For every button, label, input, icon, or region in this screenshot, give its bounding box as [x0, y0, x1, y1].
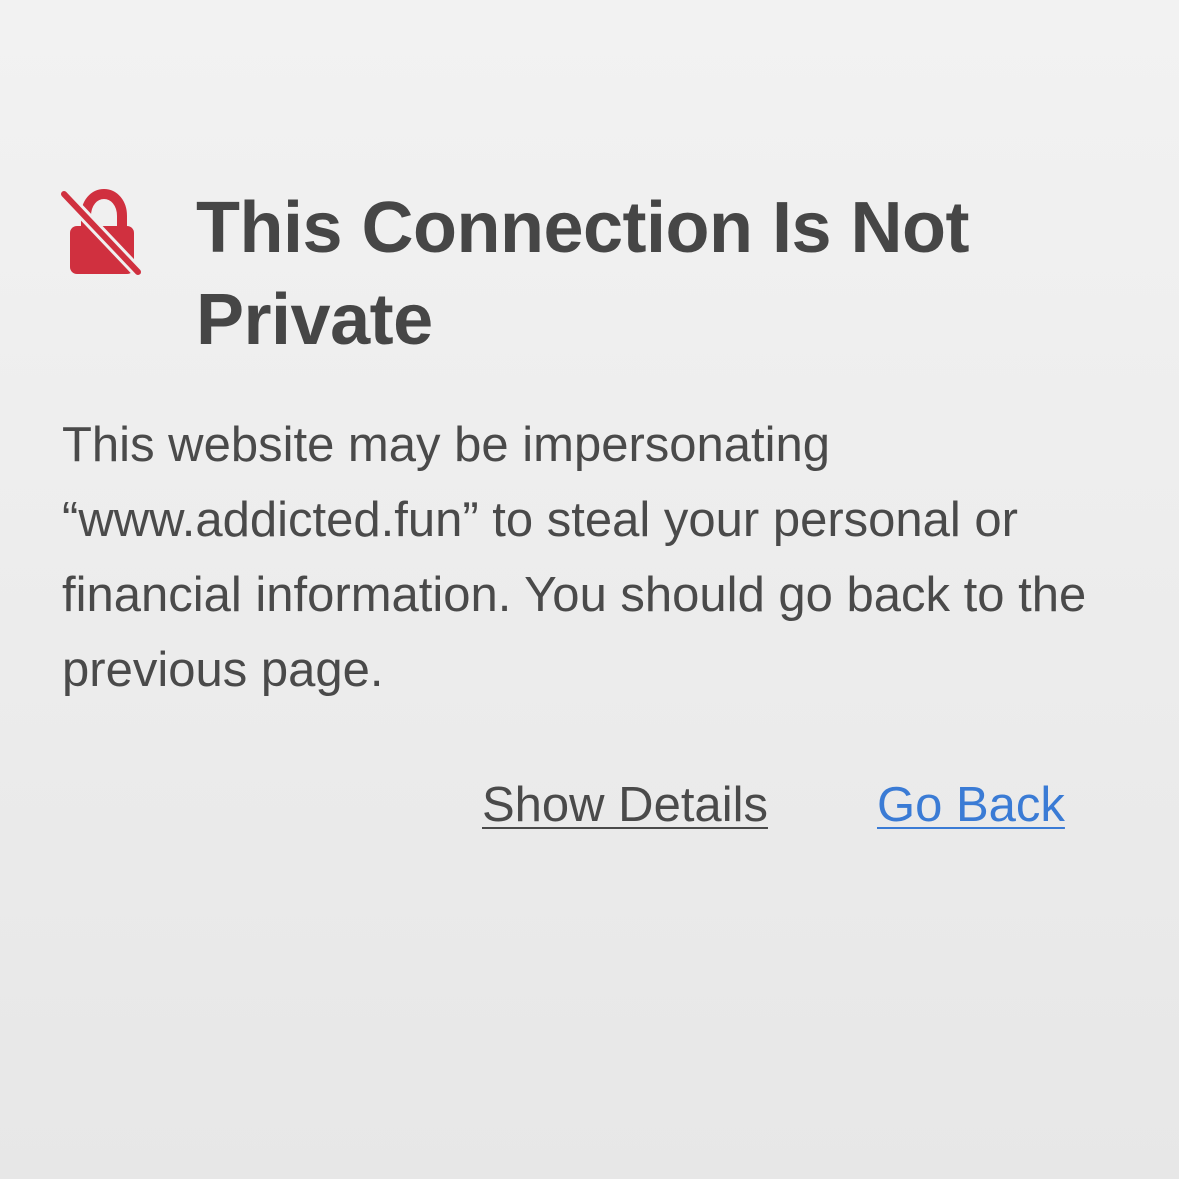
connection-warning-page: This Connection Is Not Private This webs…: [0, 0, 1179, 1179]
show-details-link[interactable]: Show Details: [482, 772, 768, 838]
go-back-link[interactable]: Go Back: [877, 772, 1065, 838]
lock-slash-icon: [58, 186, 146, 278]
page-title: This Connection Is Not Private: [196, 188, 969, 360]
warning-header: This Connection Is Not Private: [58, 182, 1138, 362]
action-links: Show Details Go Back: [0, 772, 1179, 842]
warning-message: This website may be impersonating “www.a…: [62, 418, 1087, 697]
